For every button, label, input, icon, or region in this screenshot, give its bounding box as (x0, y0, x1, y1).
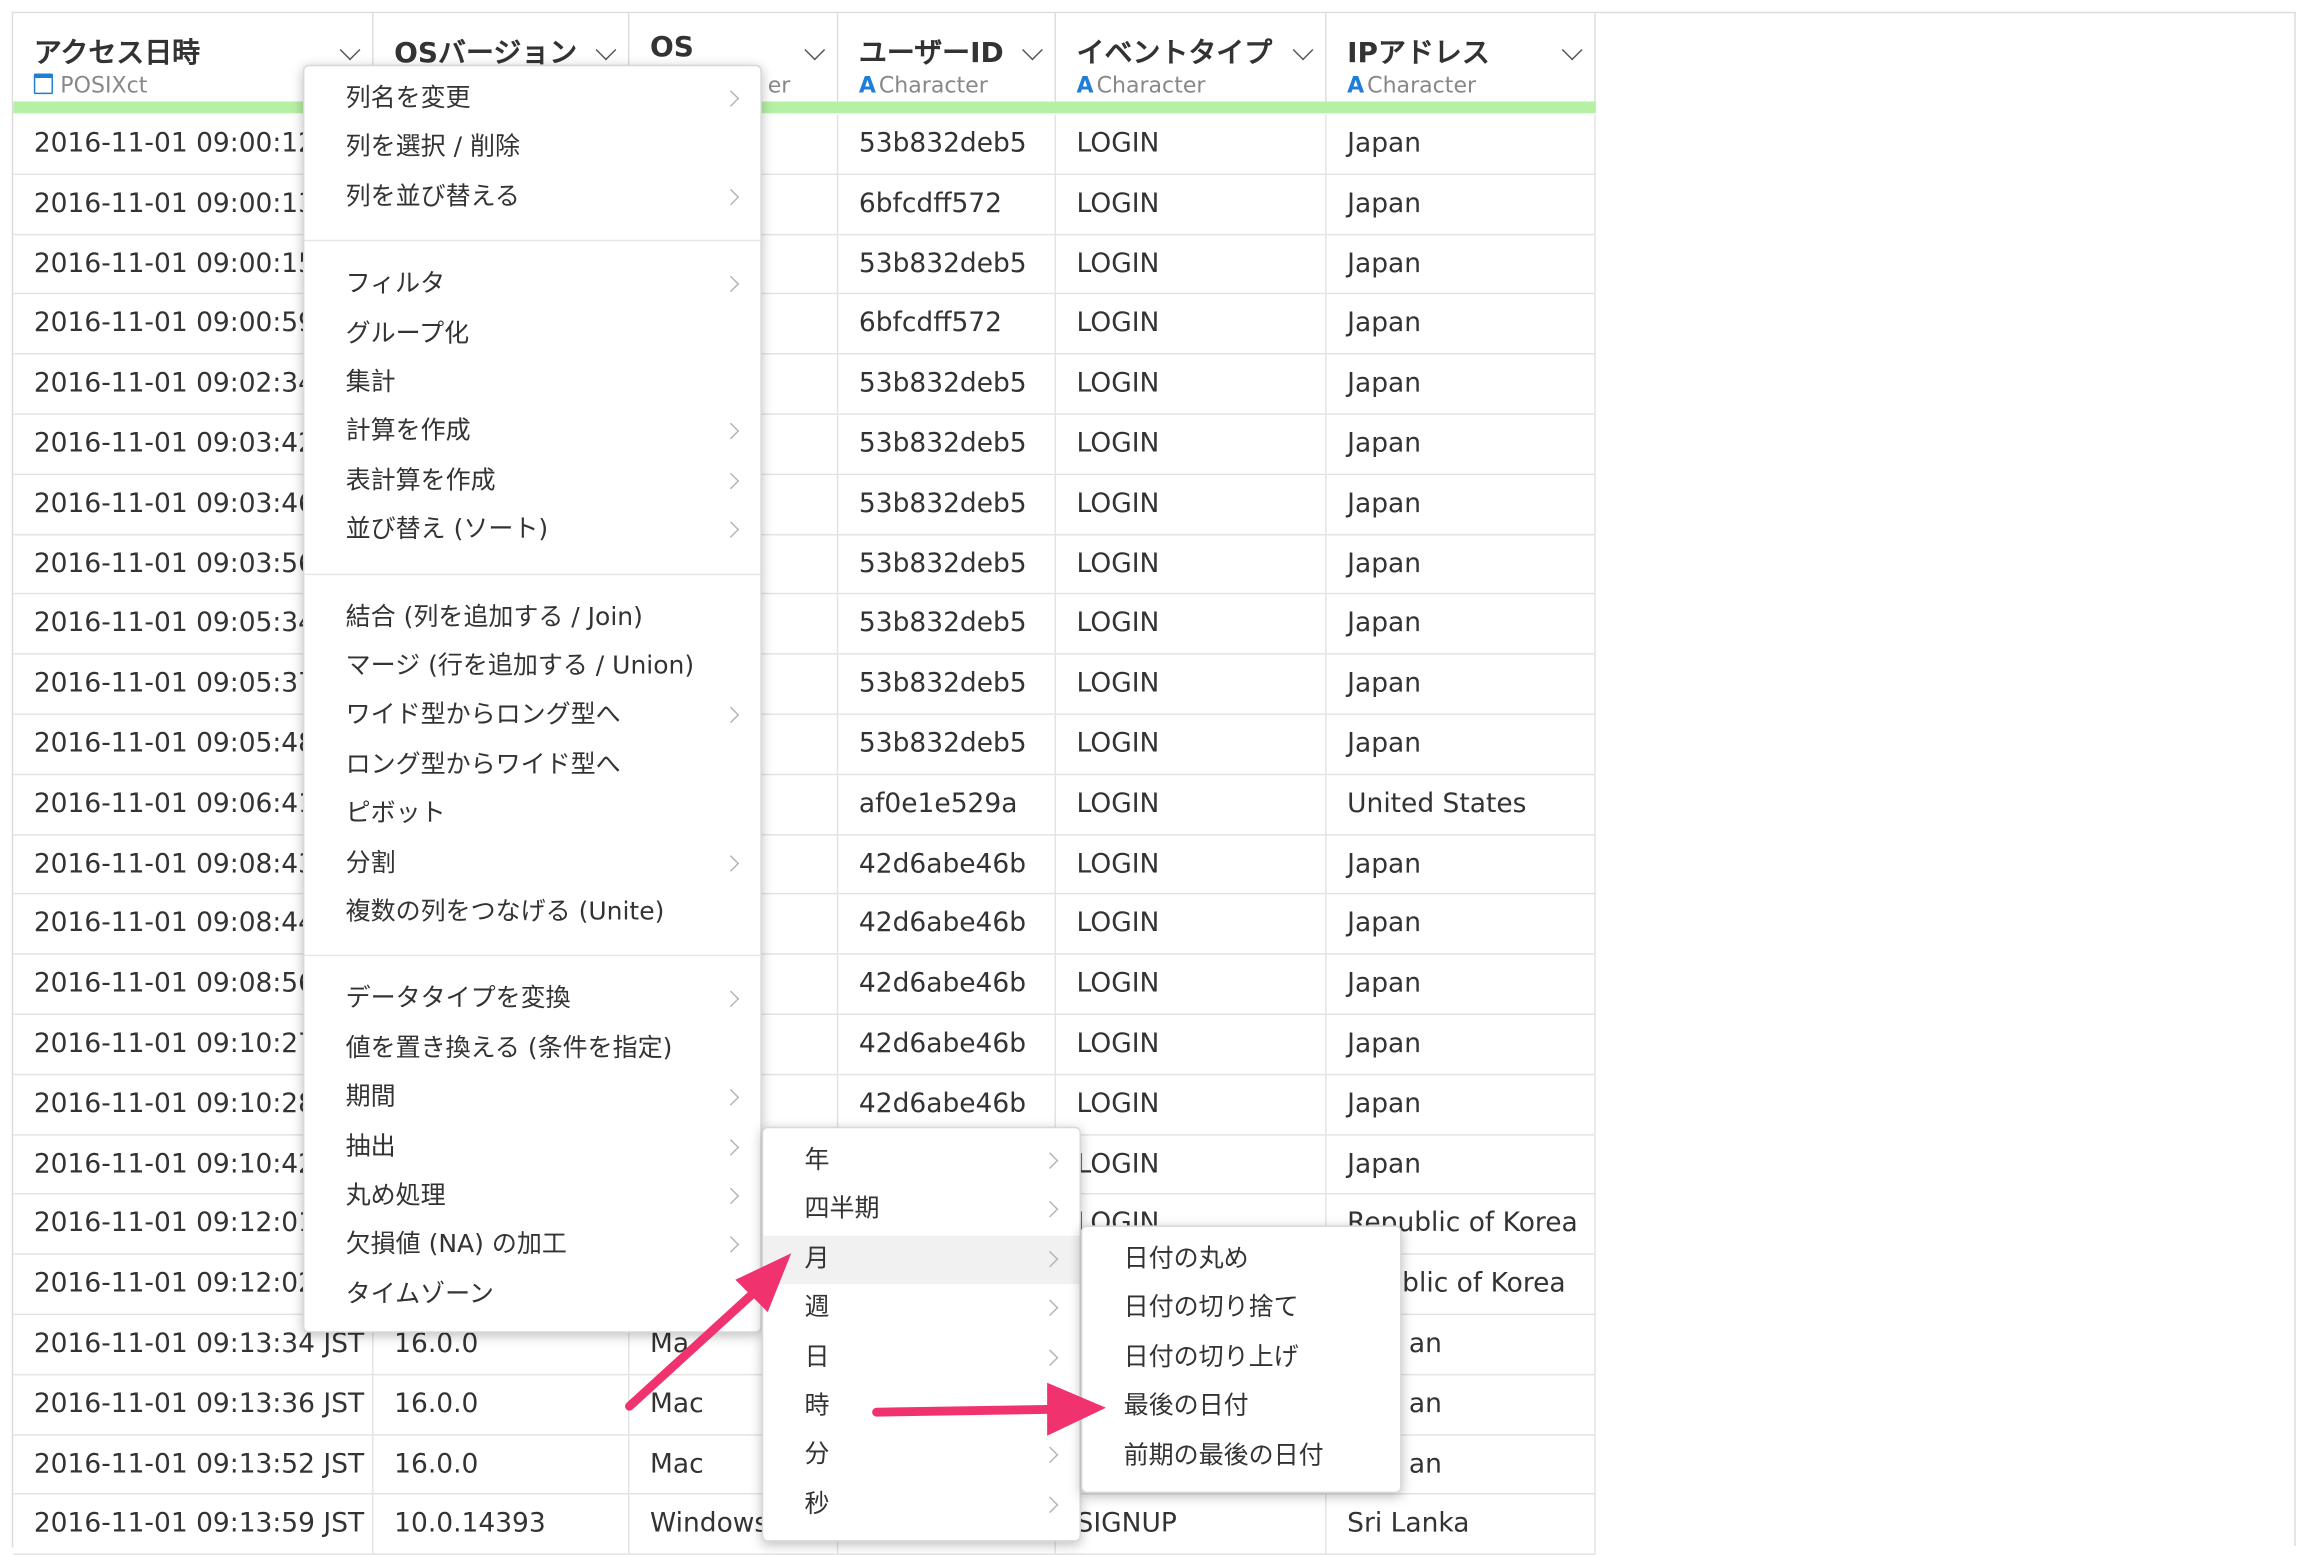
arrow-to-last-date-head (1047, 1382, 1106, 1436)
arrow-to-month (625, 1278, 770, 1411)
annotation-arrows (625, 1253, 1106, 1436)
app-stage: IPアドレス A Character イベントタイプ A Character ユーザーID A… (0, 0, 2306, 1555)
arrow-to-last-date (872, 1404, 1067, 1417)
